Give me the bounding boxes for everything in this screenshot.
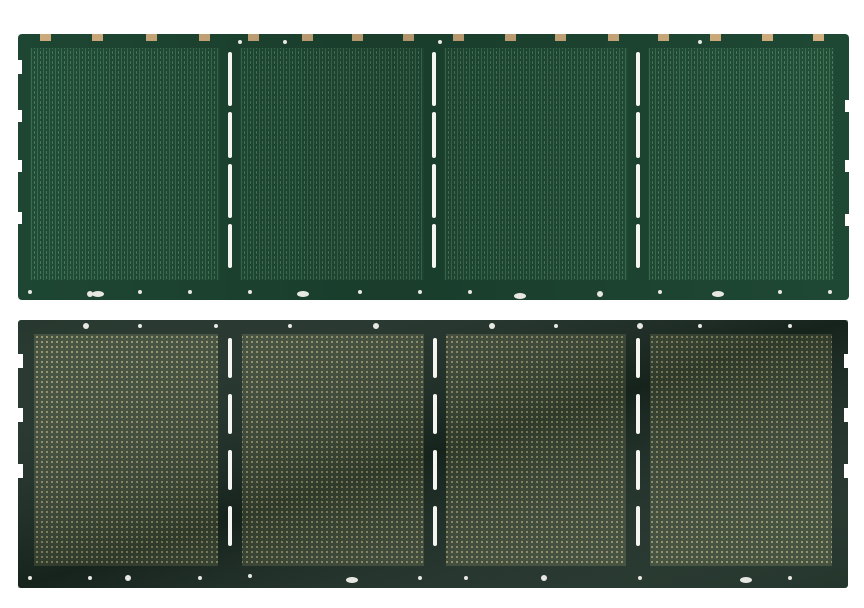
pcb-photo (18, 34, 849, 588)
bottom-panel (18, 320, 848, 588)
top-panel (18, 34, 849, 300)
